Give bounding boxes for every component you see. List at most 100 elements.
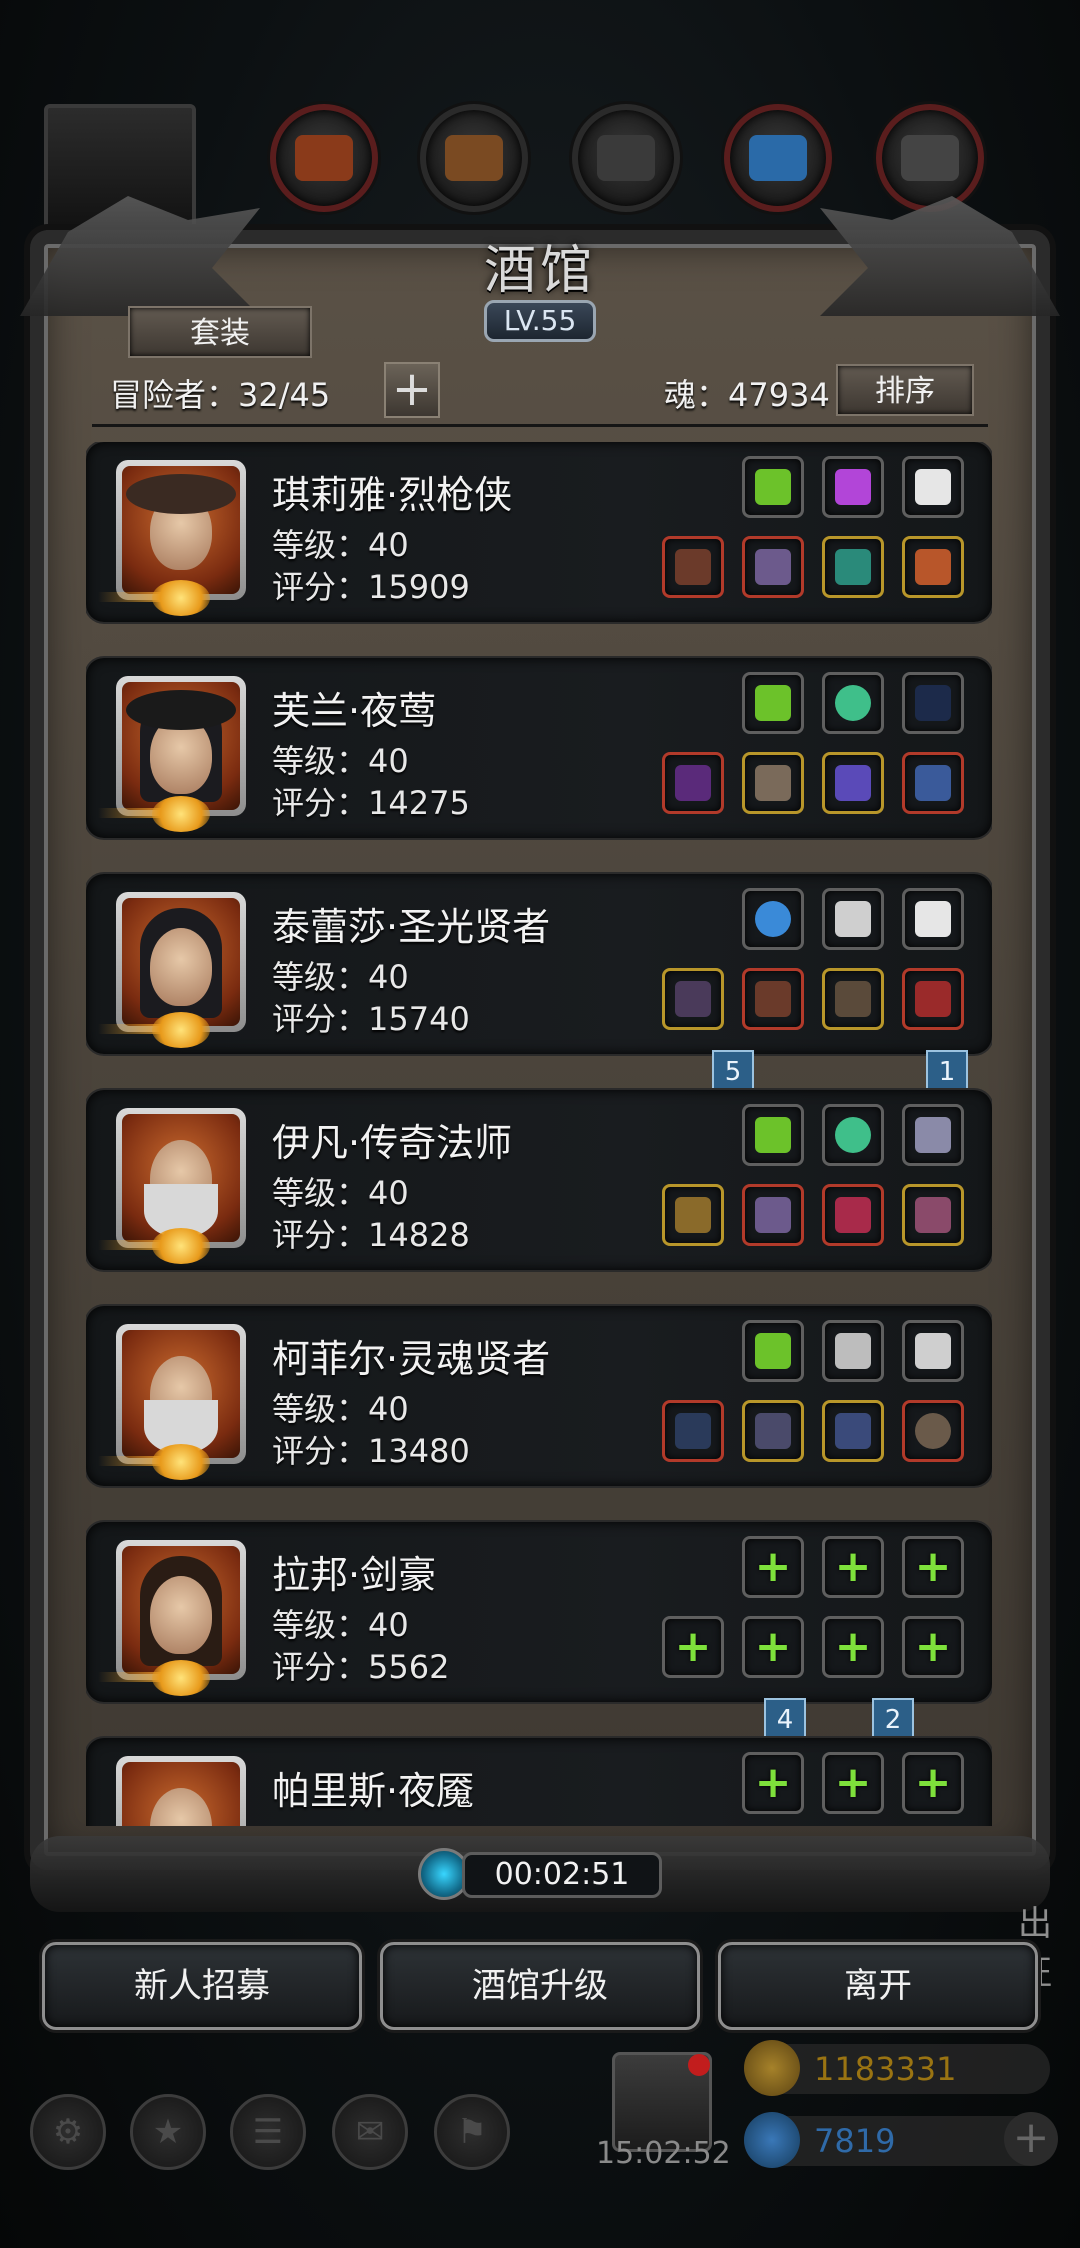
gear-slot[interactable] — [822, 672, 884, 734]
bracelet-icon — [835, 765, 871, 801]
avatar — [116, 1540, 246, 1680]
ingot-icon — [901, 135, 959, 181]
hero-card[interactable]: 帕里斯·夜魇 + + + — [86, 1738, 992, 1826]
gear-slot[interactable] — [742, 456, 804, 518]
gear-slot[interactable] — [742, 1184, 804, 1246]
add-gear-icon: + — [914, 1621, 952, 1672]
gear-slot[interactable] — [742, 1400, 804, 1462]
add-gear-icon: + — [754, 1757, 792, 1808]
empty-gear-slot[interactable]: + — [902, 1536, 964, 1598]
gear-slot[interactable] — [902, 968, 964, 1030]
empty-gear-slot[interactable]: + — [742, 1616, 804, 1678]
gear-slot[interactable] — [822, 1184, 884, 1246]
gear-slot[interactable] — [662, 536, 724, 598]
gear-slot[interactable] — [742, 536, 804, 598]
empty-gear-slot[interactable]: + — [742, 1752, 804, 1814]
gear-slot[interactable] — [822, 752, 884, 814]
ring-icon — [915, 1197, 951, 1233]
add-currency-button[interactable]: + — [1004, 2112, 1058, 2166]
resource-slot-wood[interactable] — [420, 104, 528, 212]
resource-slot-meat[interactable] — [270, 104, 378, 212]
gear-slot[interactable] — [822, 1320, 884, 1382]
empty-gear-slot[interactable]: + — [902, 1616, 964, 1678]
gear-slot[interactable] — [742, 752, 804, 814]
sword-icon — [835, 1333, 871, 1369]
pendant-icon — [835, 1413, 871, 1449]
resource-slot-ingot[interactable] — [876, 104, 984, 212]
empty-gear-slot[interactable]: + — [822, 1752, 884, 1814]
gear-slot[interactable] — [902, 752, 964, 814]
star-badge-icon — [152, 580, 210, 616]
hero-score: 评分：13480 — [272, 1432, 470, 1470]
gear-slot[interactable] — [742, 1320, 804, 1382]
gear-slot[interactable] — [902, 1184, 964, 1246]
adventurer-count: 冒险者：32/45 — [110, 376, 331, 414]
gear-slot[interactable] — [822, 888, 884, 950]
gear-slot[interactable] — [662, 1184, 724, 1246]
add-adventurer-button[interactable]: + — [384, 362, 440, 418]
jade-stone-icon — [835, 1117, 871, 1153]
recruit-button[interactable]: 新人招募 — [42, 1942, 362, 2030]
wand-icon — [675, 1413, 711, 1449]
add-gear-icon: + — [674, 1621, 712, 1672]
gem-icon — [744, 2112, 800, 2168]
empty-gear-slot[interactable]: + — [822, 1536, 884, 1598]
hero-list[interactable]: 琪莉雅·烈枪侠 等级：40 评分：15909 芙兰·夜莺 等级：40 评分：14… — [86, 442, 992, 1826]
gear-slot[interactable] — [822, 1104, 884, 1166]
gear-slot[interactable] — [902, 1104, 964, 1166]
wood-icon — [445, 135, 503, 181]
empty-gear-slot[interactable]: + — [822, 1616, 884, 1678]
bow-icon — [915, 685, 951, 721]
hero-card[interactable]: 泰蕾莎·圣光贤者 等级：40 评分：15740 — [86, 874, 992, 1054]
potion-icon — [835, 1197, 871, 1233]
feather-icon — [915, 901, 951, 937]
gear-slot[interactable] — [662, 968, 724, 1030]
resource-slot-crystal[interactable] — [724, 104, 832, 212]
gear-slot[interactable] — [822, 1400, 884, 1462]
empty-gear-slot[interactable]: + — [662, 1616, 724, 1678]
set-button[interactable]: 套装 — [128, 306, 312, 358]
gear-slot[interactable] — [902, 672, 964, 734]
armor-icon — [755, 1197, 791, 1233]
star-icon[interactable]: ★ — [130, 2094, 206, 2170]
settings-icon[interactable]: ⚙ — [30, 2094, 106, 2170]
gear-slot[interactable] — [662, 752, 724, 814]
hero-card[interactable]: 琪莉雅·烈枪侠 等级：40 评分：15909 — [86, 442, 992, 622]
hero-card[interactable]: 伊凡·传奇法师 等级：40 评分：14828 — [86, 1090, 992, 1270]
meat-icon — [295, 135, 353, 181]
hero-card[interactable]: 拉邦·剑豪 等级：40 评分：5562 + + + + + + + — [86, 1522, 992, 1702]
mail-icon[interactable]: ✉ — [332, 2094, 408, 2170]
gear-slot[interactable] — [902, 536, 964, 598]
add-gear-icon: + — [754, 1621, 792, 1672]
gear-slot[interactable] — [742, 1104, 804, 1166]
hero-card[interactable]: 芙兰·夜莺 等级：40 评分：14275 — [86, 658, 992, 838]
gear-slot[interactable] — [902, 1320, 964, 1382]
gear-slot[interactable] — [662, 1400, 724, 1462]
tavern-level-badge: LV.55 — [484, 300, 596, 342]
gear-slot[interactable] — [742, 968, 804, 1030]
hero-card[interactable]: 柯菲尔·灵魂贤者 等级：40 评分：13480 — [86, 1306, 992, 1486]
empty-gear-slot[interactable]: + — [742, 1536, 804, 1598]
gear-slot[interactable] — [742, 888, 804, 950]
resource-slot-iron[interactable] — [572, 104, 680, 212]
upgrade-tavern-button[interactable]: 酒馆升级 — [380, 1942, 700, 2030]
avatar — [116, 1324, 246, 1464]
clock-text: 15:02:52 — [596, 2136, 731, 2171]
empty-gear-slot[interactable]: + — [902, 1752, 964, 1814]
hero-level: 等级：40 — [272, 1606, 409, 1644]
gear-slot[interactable] — [902, 456, 964, 518]
gear-slot[interactable] — [902, 1400, 964, 1462]
hero-level: 等级：40 — [272, 1390, 409, 1428]
green-amulet-icon — [755, 1117, 791, 1153]
gear-slot[interactable] — [902, 888, 964, 950]
gear-slot[interactable] — [742, 672, 804, 734]
ring-icon — [835, 549, 871, 585]
leave-button[interactable]: 离开 — [718, 1942, 1038, 2030]
gear-slot[interactable] — [822, 968, 884, 1030]
handshake-icon[interactable]: ⚑ — [434, 2094, 510, 2170]
sort-button[interactable]: 排序 — [836, 364, 974, 416]
gear-slot[interactable] — [822, 536, 884, 598]
star-badge-icon — [152, 1228, 210, 1264]
scroll-icon[interactable]: ☰ — [230, 2094, 306, 2170]
gear-slot[interactable] — [822, 456, 884, 518]
